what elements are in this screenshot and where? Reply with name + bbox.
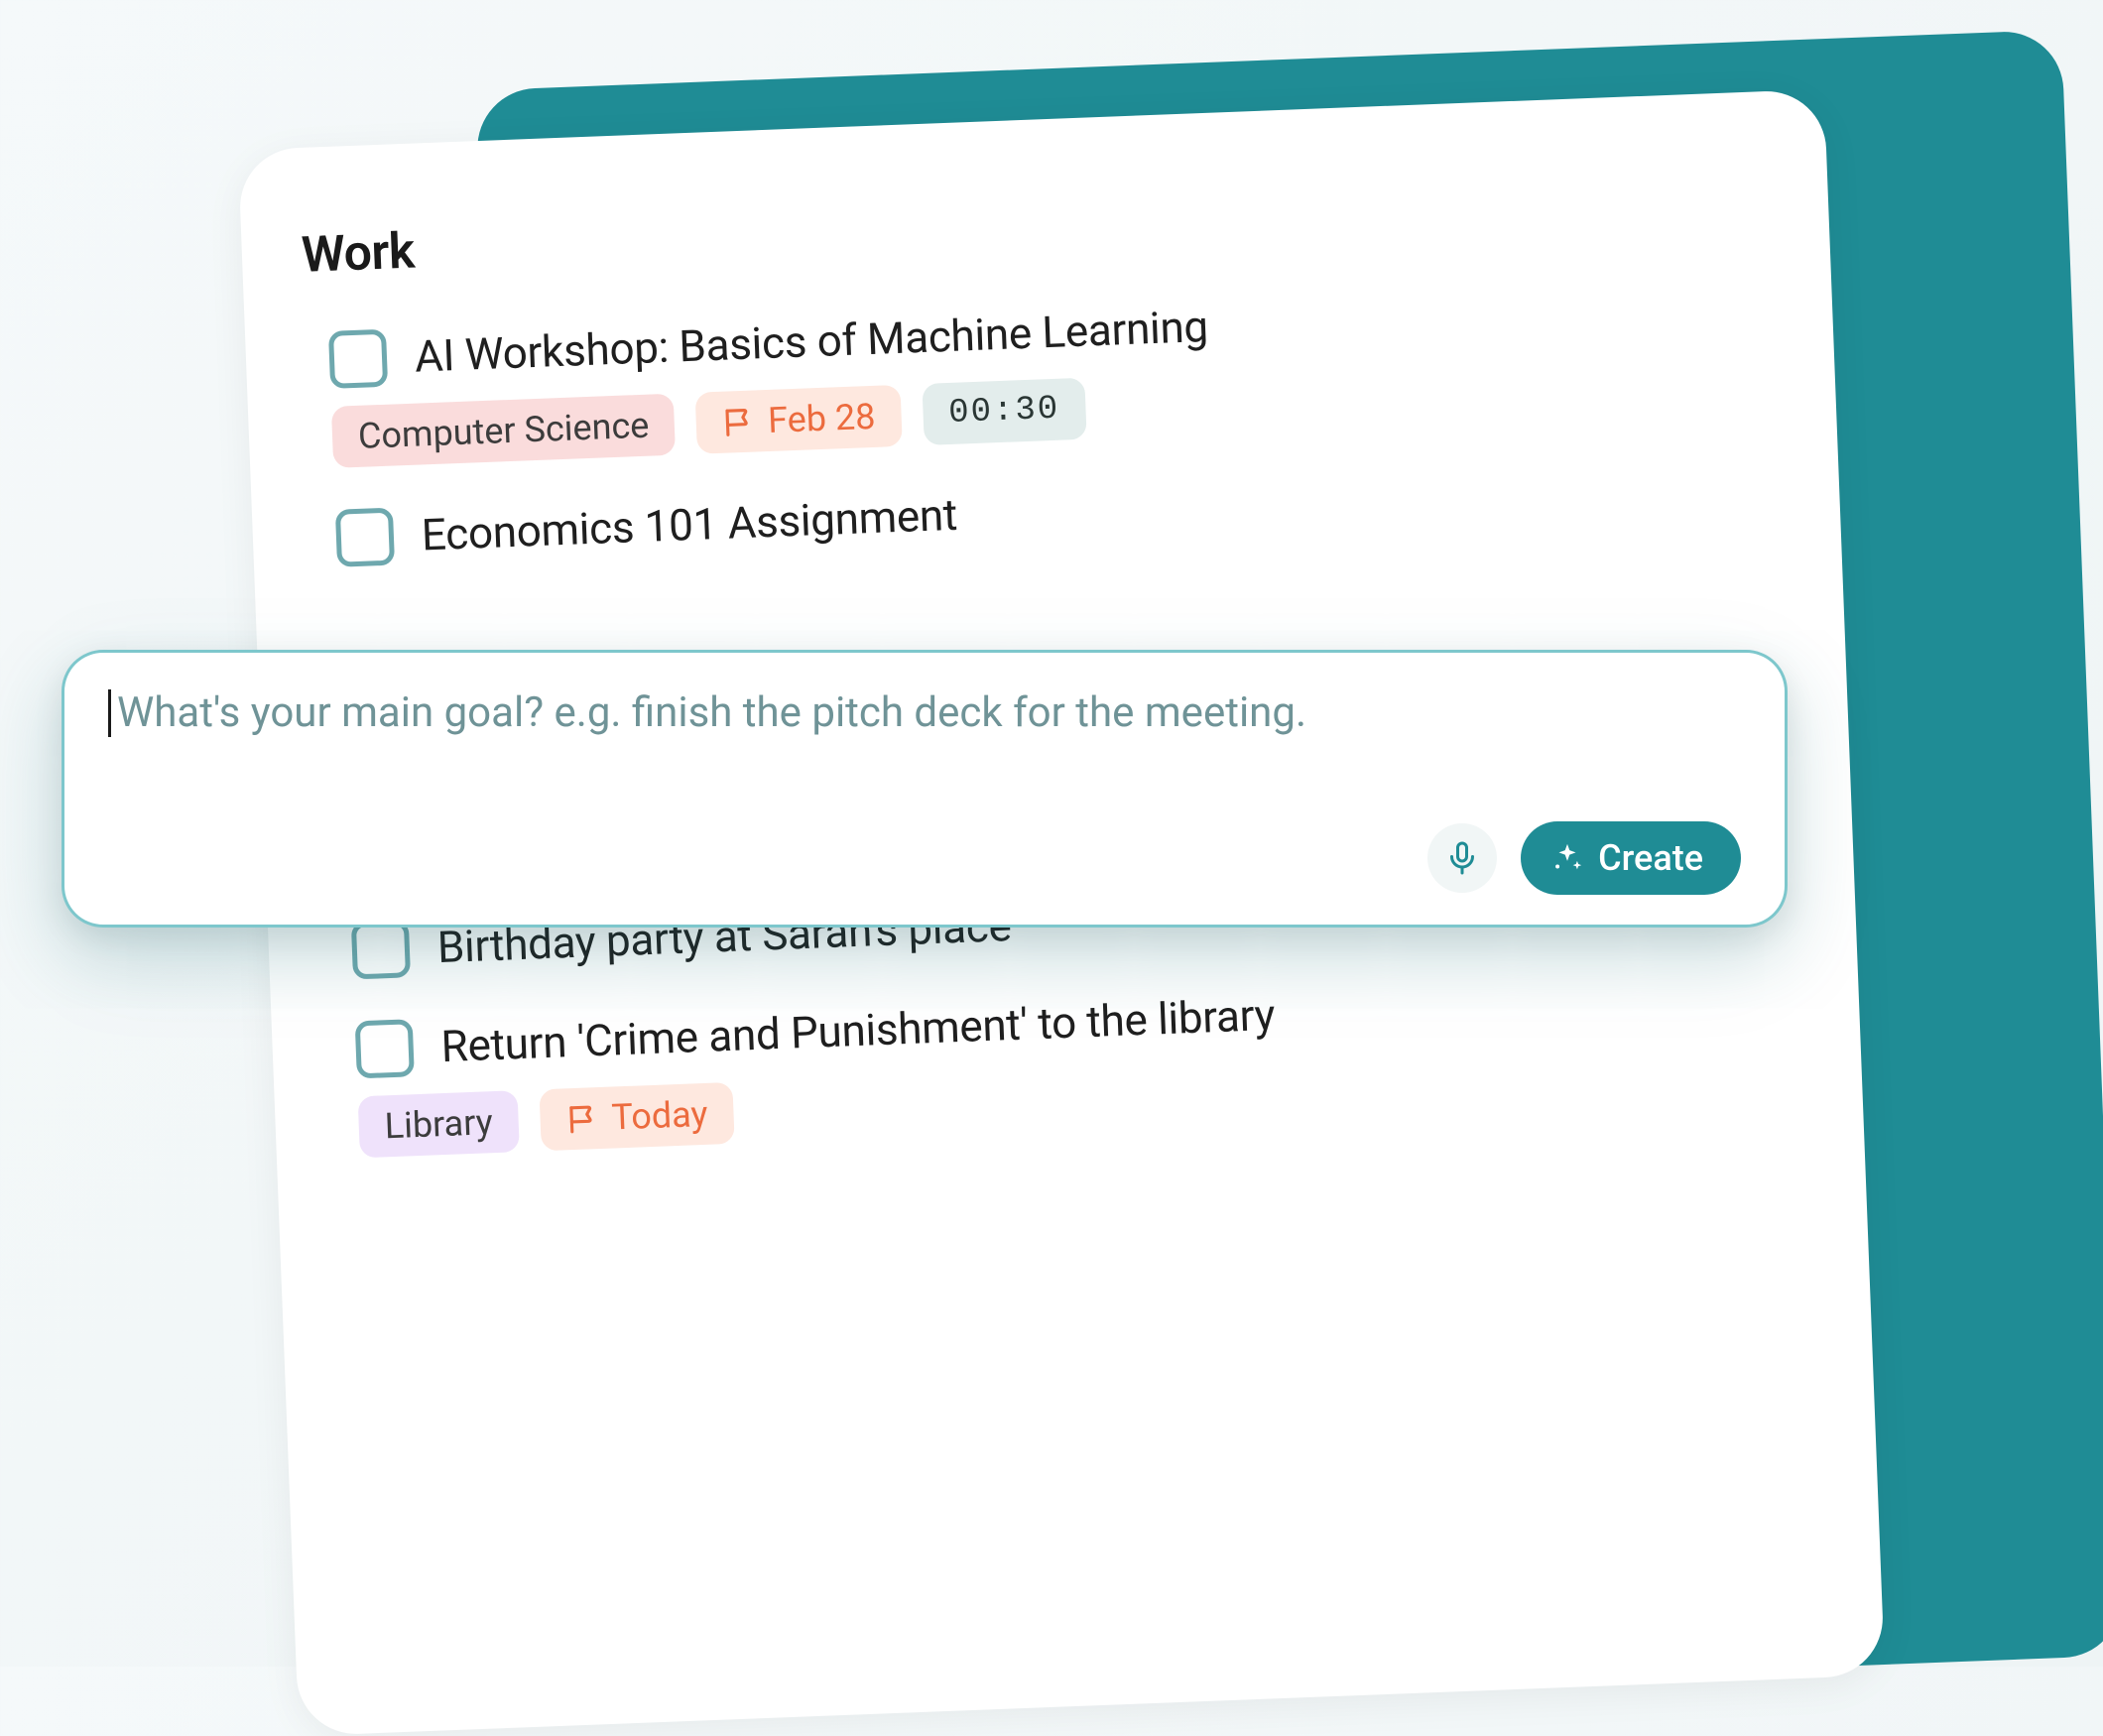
create-label: Create (1598, 837, 1703, 879)
sparkle-icon (1550, 841, 1584, 875)
task-checkbox[interactable] (328, 329, 388, 389)
flag-icon (722, 404, 757, 438)
text-cursor (108, 689, 111, 737)
time-chip[interactable]: 00:30 (922, 378, 1086, 445)
goal-input[interactable]: What's your main goal? e.g. finish the p… (108, 688, 1741, 737)
task-title[interactable]: Economics 101 Assignment (421, 489, 958, 561)
flag-date: Feb 28 (768, 399, 877, 438)
tag-chip[interactable]: Computer Science (331, 394, 677, 468)
task-item: AI Workshop: Basics of Machine Learning … (328, 276, 1777, 468)
microphone-icon (1444, 840, 1480, 876)
flag-chip[interactable]: Feb 28 (695, 385, 902, 454)
flag-icon (565, 1101, 600, 1136)
create-button[interactable]: Create (1521, 821, 1741, 895)
task-item: Economics 101 Assignment (335, 454, 1781, 567)
flag-date: Today (611, 1096, 708, 1136)
task-title[interactable]: AI Workshop: Basics of Machine Learning (414, 301, 1209, 383)
flag-chip[interactable]: Today (539, 1082, 734, 1151)
task-checkbox[interactable] (355, 1019, 415, 1078)
goal-placeholder: What's your main goal? e.g. finish the p… (117, 688, 1306, 737)
tag-chip[interactable]: Library (358, 1090, 520, 1158)
task-checkbox[interactable] (335, 508, 395, 567)
goal-input-card: What's your main goal? e.g. finish the p… (62, 650, 1788, 928)
task-checkbox[interactable] (351, 920, 411, 979)
task-item: Return 'Crime and Punishment' to the lib… (355, 966, 1803, 1159)
task-title[interactable]: Return 'Crime and Punishment' to the lib… (440, 989, 1276, 1072)
section-title-work: Work (301, 171, 1770, 285)
mic-button[interactable] (1427, 823, 1497, 893)
